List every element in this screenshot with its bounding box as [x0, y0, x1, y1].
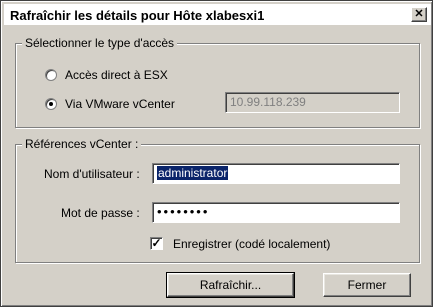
username-value: administrator: [157, 166, 229, 180]
title-bar[interactable]: Rafraîchir les détails pour Hôte xlabesx…: [4, 4, 431, 26]
refresh-button[interactable]: Rafraîchir...: [166, 272, 295, 298]
dialog-title: Rafraîchir les détails pour Hôte xlabesx…: [10, 8, 265, 23]
vcenter-address-field: 10.99.118.239: [225, 92, 400, 113]
access-type-legend: Sélectionner le type d'accès: [22, 36, 178, 50]
radio-via-vcenter-button[interactable]: [45, 98, 57, 110]
radio-direct-esx[interactable]: Accès direct à ESX: [45, 68, 168, 82]
radio-via-vcenter-label: Via VMware vCenter: [65, 97, 175, 111]
close-button[interactable]: Fermer: [323, 273, 411, 297]
radio-direct-esx-button[interactable]: [45, 69, 57, 81]
password-field[interactable]: ••••••••: [152, 202, 400, 223]
password-label: Mot de passe :: [61, 206, 140, 220]
close-icon[interactable]: ✕: [411, 7, 427, 22]
radio-via-vcenter[interactable]: Via VMware vCenter: [45, 97, 175, 111]
username-field[interactable]: administrator: [152, 163, 400, 184]
vcenter-credentials-legend: Références vCenter :: [22, 137, 142, 151]
radio-direct-esx-label: Accès direct à ESX: [65, 68, 168, 82]
access-type-group: Sélectionner le type d'accès: [15, 36, 420, 128]
save-locally-label: Enregistrer (codé localement): [173, 237, 331, 251]
save-locally-checkbox[interactable]: ✓: [150, 237, 163, 250]
refresh-details-dialog: Rafraîchir les détails pour Hôte xlabesx…: [0, 0, 433, 307]
username-label: Nom d'utilisateur :: [44, 167, 140, 181]
